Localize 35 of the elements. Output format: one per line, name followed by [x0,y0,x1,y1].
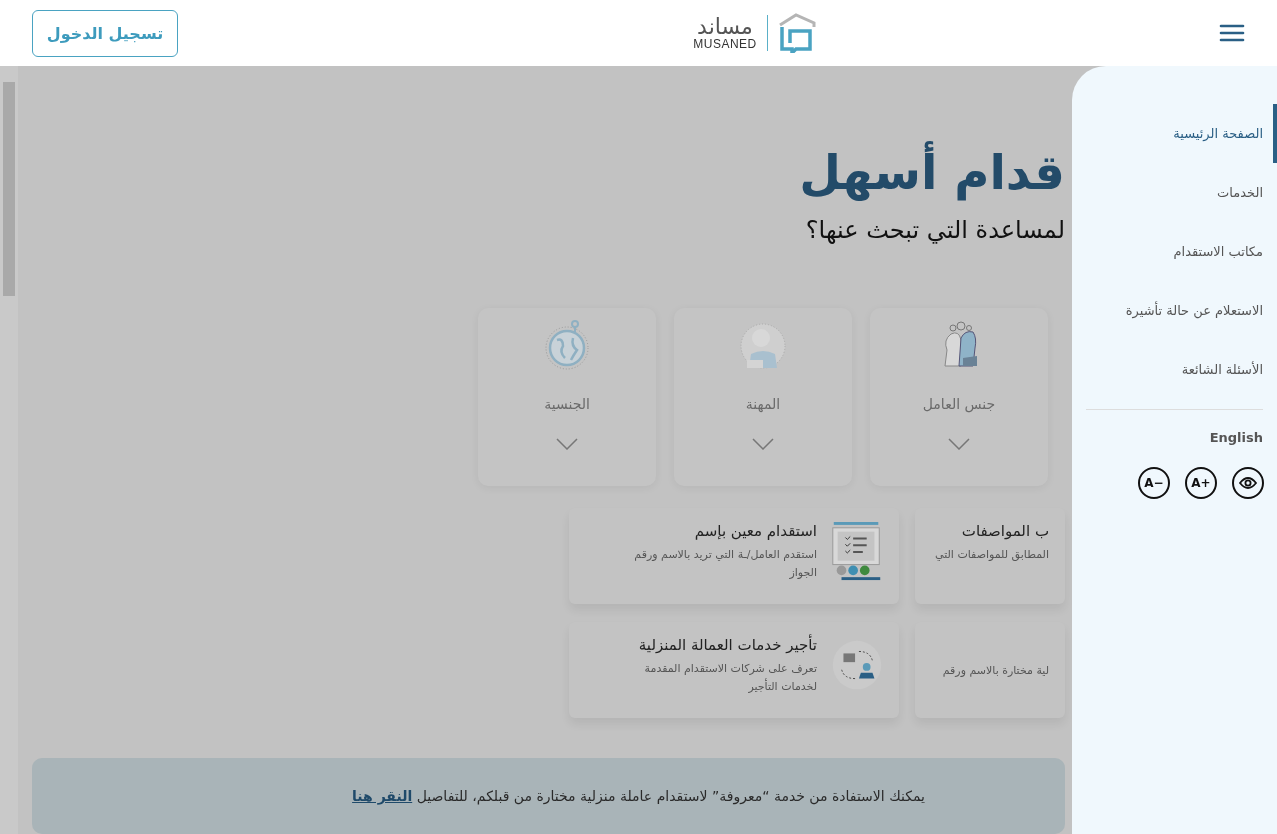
banner-text: يمكنك الاستفادة من خدمة “معروفة” لاستقدام عاملة منزلية مختارة من قبلكم، للتفاصيل النقر هنا [352,788,925,805]
logo-text: MUSANED [693,38,757,50]
service-title: ب المواصفات [960,522,1049,541]
scrollbar[interactable] [0,66,18,834]
filter-label: المهنة [745,396,781,413]
filter-label: جنس العامل [922,396,996,413]
service-description: تعرف على شركات الاستقدام المقدمة لخدمات التأجير [643,661,817,695]
nav-item[interactable]: الاستعلام عن حالة تأشيرة [1072,281,1277,340]
hero-subtitle: لمساعدة التي تبحث عنها؟ [804,215,1065,245]
chevron-down-icon [556,438,578,451]
nav-item[interactable]: الصفحة الرئيسية [1072,104,1277,163]
service-description: لية مختارة بالاسم ورقم [942,663,1049,680]
service-title: تأجير خدمات العمالة المنزلية [637,636,817,655]
details-link[interactable]: النقر هنا [352,788,413,805]
chevron-down-icon [948,438,970,451]
service-description: استقدم العامل/ـة التي تريد بالاسم ورقم الجواز [633,547,817,581]
nav-item[interactable]: مكاتب الاستقدام [1072,222,1277,281]
nav-item[interactable]: الخدمات [1072,163,1277,222]
menu-icon[interactable] [1219,23,1245,43]
service-description: المطابق للمواصفات التي [935,547,1049,564]
checklist-icon [831,522,883,583]
chevron-down-icon [752,438,774,451]
service-title: استقدام معين بإسم [693,522,817,541]
service-card[interactable]: استقدام معين بإسم استقدم العامل/ـة التي تريد بالاسم ورقم الجواز [569,508,899,605]
service-card[interactable]: ب المواصفات المطابق للمواصفات التي [915,508,1065,605]
nav-item[interactable]: الأسئلة الشائعة [1072,340,1277,399]
service-card[interactable]: لية مختارة بالاسم ورقم [915,622,1065,719]
language-link[interactable]: English [1209,430,1263,445]
filter-label: الجنسية [544,396,590,413]
house-logo-icon [777,13,816,53]
service-card[interactable]: تأجير خدمات العمالة المنزلية تعرف على شركات الاستقدام المقدمة لخدمات التأجير [569,622,899,719]
logo-text: مساند [697,16,753,38]
eye-icon[interactable] [1232,467,1264,499]
font-size-button[interactable]: A+ [1185,467,1217,499]
font-size-button[interactable]: A− [1138,467,1170,499]
